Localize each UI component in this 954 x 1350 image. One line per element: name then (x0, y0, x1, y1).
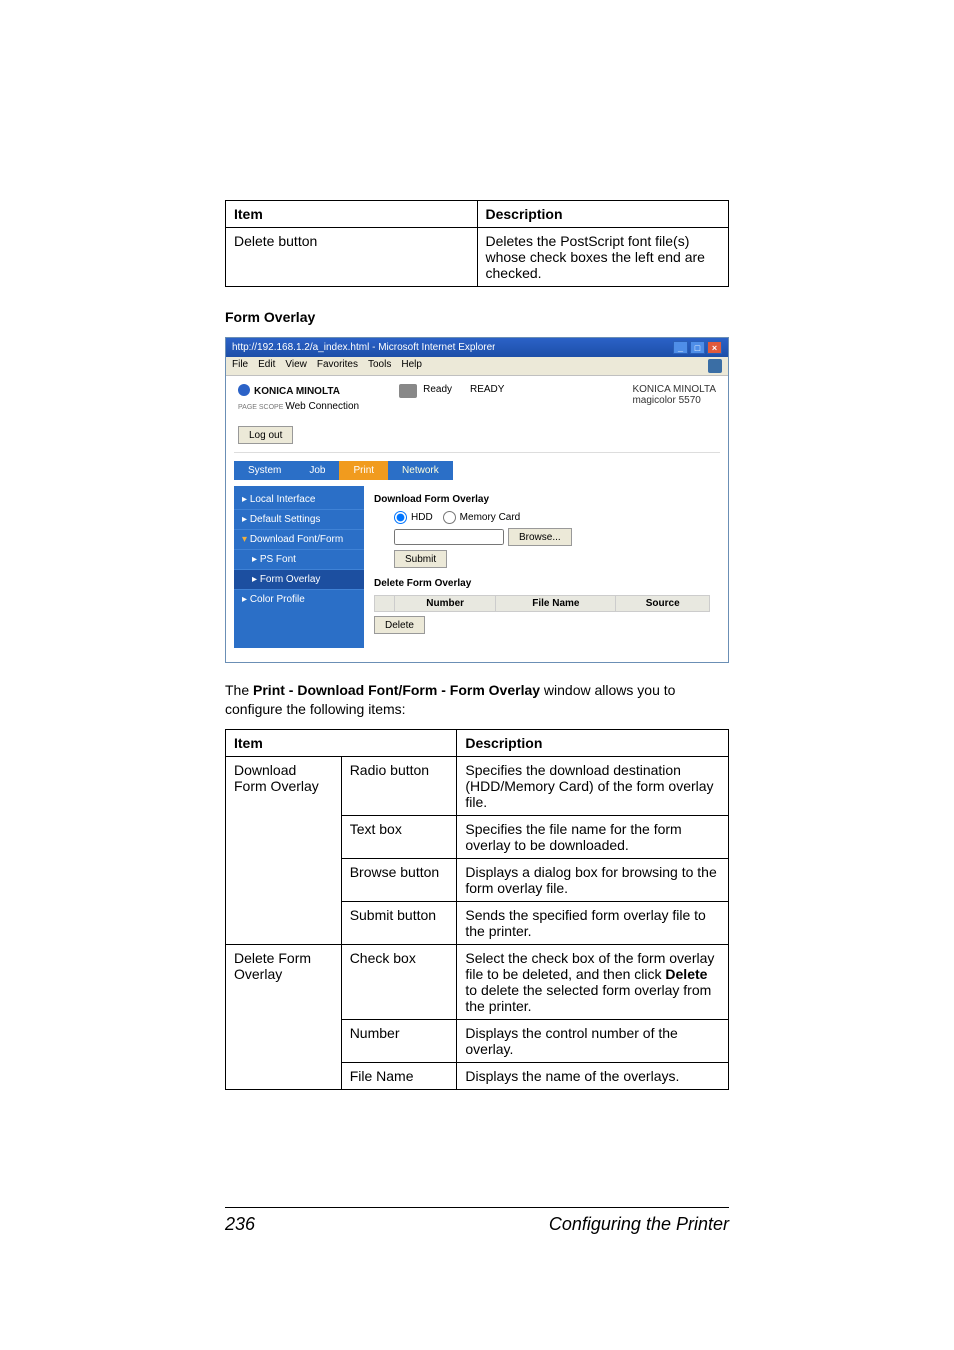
tab-system[interactable]: System (234, 461, 295, 480)
radio-hdd-label: HDD (411, 512, 433, 523)
tab-network[interactable]: Network (388, 461, 453, 480)
delete-button-table: Item Description Delete button Deletes t… (225, 200, 729, 287)
td-sub: File Name (341, 1062, 457, 1089)
menu-view[interactable]: View (285, 359, 307, 373)
footer-section: Configuring the Printer (549, 1214, 729, 1235)
table-row: Download Form Overlay Radio button Speci… (226, 756, 729, 815)
col-filename: File Name (496, 596, 616, 612)
td-group-download: Download Form Overlay (226, 756, 342, 944)
window-title: http://192.168.1.2/a_index.html - Micros… (232, 342, 495, 353)
table-row: Delete Form Overlay Check box Select the… (226, 944, 729, 1019)
col-number: Number (395, 596, 496, 612)
delete-button[interactable]: Delete (374, 616, 425, 634)
col-check (375, 596, 395, 612)
td-sub: Submit button (341, 901, 457, 944)
close-button[interactable]: × (707, 341, 722, 354)
radio-mc-label: Memory Card (460, 512, 521, 523)
th-desc2: Description (457, 729, 729, 756)
menu-file[interactable]: File (232, 359, 248, 373)
menu-help[interactable]: Help (401, 359, 422, 373)
maximize-button[interactable]: □ (690, 341, 705, 354)
tab-job[interactable]: Job (295, 461, 339, 480)
radio-memory-card[interactable] (443, 511, 456, 524)
td-desc: Displays the name of the overlays. (457, 1062, 729, 1089)
td-sub: Check box (341, 944, 457, 1019)
th-desc: Description (477, 201, 729, 228)
printer-icon (399, 384, 417, 398)
th-item2: Item (226, 729, 457, 756)
minimize-button[interactable]: _ (673, 341, 688, 354)
h-delete: Delete Form Overlay (374, 578, 710, 589)
td-desc: Select the check box of the form overlay… (457, 944, 729, 1019)
menu-edit[interactable]: Edit (258, 359, 275, 373)
tabs: System Job Print Network (234, 461, 720, 480)
menu-tools[interactable]: Tools (368, 359, 391, 373)
col-source: Source (616, 596, 710, 612)
menubar: File Edit View Favorites Tools Help (226, 357, 728, 376)
table-row: Delete button Deletes the PostScript fon… (226, 228, 729, 287)
th-item: Item (226, 201, 478, 228)
km-right-line2: magicolor 5570 (632, 395, 716, 406)
h-download: Download Form Overlay (374, 494, 710, 505)
td-desc: Displays the control number of the overl… (457, 1019, 729, 1062)
brand-logo: KONICA MINOLTA (238, 384, 359, 397)
submit-button[interactable]: Submit (394, 550, 447, 568)
sidebar-item-download-font-form[interactable]: Download Font/Form (234, 529, 364, 549)
td-desc: Sends the specified form overlay file to… (457, 901, 729, 944)
sidebar-item-default-settings[interactable]: Default Settings (234, 509, 364, 529)
titlebar: http://192.168.1.2/a_index.html - Micros… (226, 338, 728, 357)
delete-overlay-table: Number File Name Source (374, 595, 710, 612)
radio-hdd[interactable] (394, 511, 407, 524)
km-right-line1: KONICA MINOLTA (632, 384, 716, 395)
section-title: Form Overlay (225, 309, 729, 325)
form-overlay-items-table: Item Description Download Form Overlay R… (225, 729, 729, 1090)
td-sub: Number (341, 1019, 457, 1062)
browser-window-screenshot: http://192.168.1.2/a_index.html - Micros… (225, 337, 729, 663)
file-input[interactable] (394, 529, 504, 545)
sidebar-item-local-interface[interactable]: Local Interface (234, 490, 364, 509)
logout-button[interactable]: Log out (238, 426, 293, 444)
td-sub: Text box (341, 815, 457, 858)
td-desc: Specifies the file name for the form ove… (457, 815, 729, 858)
td-sub: Radio button (341, 756, 457, 815)
intro-paragraph: The Print - Download Font/Form - Form Ov… (225, 681, 729, 719)
sidebar: Local Interface Default Settings Downloa… (234, 486, 364, 648)
tab-print[interactable]: Print (339, 461, 388, 480)
td-desc: Specifies the download destination (HDD/… (457, 756, 729, 815)
td-group-delete: Delete Form Overlay (226, 944, 342, 1089)
page-number: 236 (225, 1214, 255, 1235)
td-desc: Displays a dialog box for browsing to th… (457, 858, 729, 901)
ready-label: Ready (423, 384, 452, 395)
sidebar-item-form-overlay[interactable]: Form Overlay (234, 569, 364, 589)
menu-favorites[interactable]: Favorites (317, 359, 358, 373)
sidebar-item-ps-font[interactable]: PS Font (234, 549, 364, 569)
pagescope-label: PAGE SCOPE Web Connection (238, 401, 359, 412)
ie-logo-icon (708, 359, 722, 373)
sidebar-item-color-profile[interactable]: Color Profile (234, 589, 364, 609)
td-item: Delete button (226, 228, 478, 287)
browse-button[interactable]: Browse... (508, 528, 572, 546)
td-desc: Deletes the PostScript font file(s) whos… (477, 228, 729, 287)
footer: 236 Configuring the Printer (225, 1207, 729, 1235)
td-sub: Browse button (341, 858, 457, 901)
ready-status: READY (470, 384, 504, 395)
